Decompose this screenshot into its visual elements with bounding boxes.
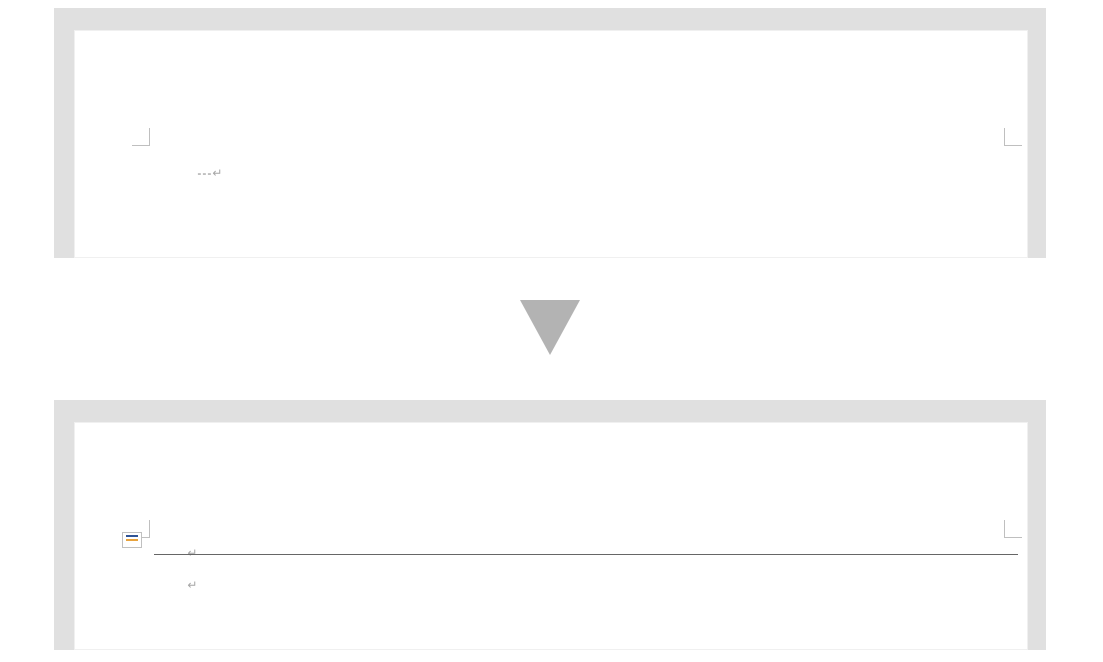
comparison-stage: ---↵ ↵ ↵ [0, 0, 1103, 662]
editor-after: ↵ ↵ [54, 400, 1046, 650]
typed-dashes-line[interactable]: ---↵ [154, 152, 223, 194]
paragraph-mark-icon: ↵ [212, 166, 223, 180]
paragraph-mark-icon: ↵ [187, 546, 197, 560]
typed-dashes-text: --- [197, 166, 212, 180]
margin-crop-top-right [1004, 128, 1022, 146]
margin-crop-top-left [132, 128, 150, 146]
transition-arrow-icon [520, 300, 580, 355]
document-page-before[interactable]: ---↵ [74, 30, 1028, 258]
editor-before: ---↵ [54, 8, 1046, 258]
canvas-background: ---↵ [54, 10, 1046, 258]
document-page-after[interactable]: ↵ ↵ [74, 422, 1028, 650]
paragraph-mark-icon: ↵ [187, 578, 197, 592]
horizontal-rule[interactable] [154, 554, 1018, 555]
margin-crop-top-right [1004, 520, 1022, 538]
autoformat-indicator-bars [126, 539, 138, 541]
autoformat-indicator-icon[interactable] [122, 532, 142, 548]
paragraph-below-rule[interactable]: ↵ [154, 564, 197, 606]
canvas-background: ↵ ↵ [54, 402, 1046, 650]
